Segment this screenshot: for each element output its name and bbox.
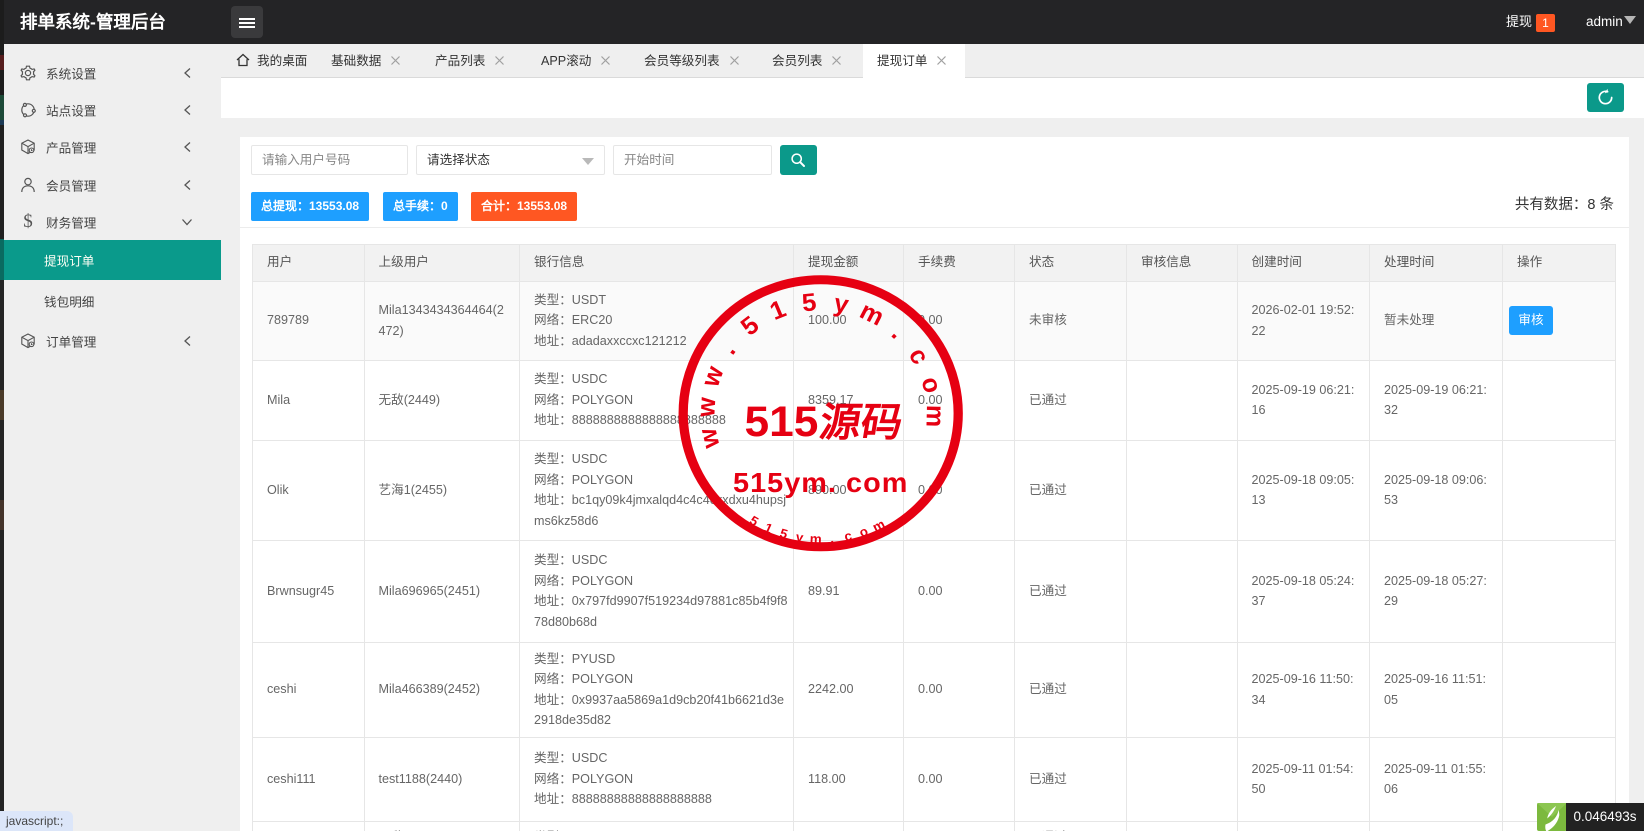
svg-text:w: w xyxy=(692,396,722,418)
svg-text:.: . xyxy=(714,338,741,360)
svg-text:515: 515 xyxy=(745,398,819,446)
svg-text:m: m xyxy=(855,297,888,332)
svg-text:源码: 源码 xyxy=(816,401,906,445)
svg-text:c: c xyxy=(903,343,935,369)
svg-text:m: m xyxy=(809,531,821,546)
svg-text:w: w xyxy=(693,425,725,451)
svg-text:o: o xyxy=(915,374,946,396)
svg-text:m: m xyxy=(920,405,949,428)
svg-text:w: w xyxy=(696,362,730,391)
svg-text:515ym. com: 515ym. com xyxy=(733,467,908,499)
svg-text:5: 5 xyxy=(736,311,765,341)
svg-text:.: . xyxy=(829,531,834,546)
svg-text:.: . xyxy=(886,319,911,344)
svg-text:y: y xyxy=(832,289,851,319)
svg-text:5: 5 xyxy=(801,289,818,318)
svg-text:1: 1 xyxy=(766,295,790,326)
